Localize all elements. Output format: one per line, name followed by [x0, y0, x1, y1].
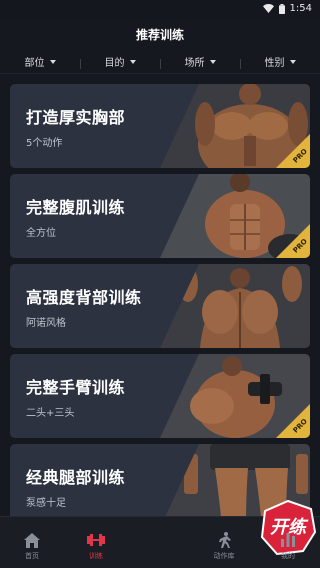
card-subtitle: 阿诺风格 [26, 318, 66, 329]
stats-icon [281, 532, 295, 548]
home-icon [24, 532, 40, 548]
tab-center[interactable]: 开练 [128, 499, 317, 568]
abs-workout-photo [160, 174, 310, 258]
status-bar: 1:54 [0, 0, 320, 18]
workout-card-abs[interactable]: 完整腹肌训练 全方位 PRO [10, 174, 310, 258]
caret-down-icon [209, 59, 216, 64]
bottom-tab-bar: 首页 训练 开练 动作库 我的 [0, 499, 320, 568]
card-title: 打造厚实胸部 [26, 108, 126, 127]
tab-label: 训练 [89, 552, 103, 560]
filter-goal[interactable]: 目的 [80, 54, 160, 69]
card-subtitle: 二头+三头 [26, 408, 75, 419]
page-title: 推荐训练 [0, 18, 320, 50]
tab-label: 首页 [25, 552, 39, 560]
tab-me[interactable]: 我的 [256, 517, 320, 568]
arms-workout-photo [160, 354, 310, 438]
filter-label: 性别 [264, 58, 285, 69]
tab-training[interactable]: 训练 [64, 517, 128, 568]
status-time: 1:54 [289, 3, 312, 14]
card-subtitle: 泵感十足 [26, 498, 66, 509]
caret-down-icon [289, 59, 296, 64]
filter-gender[interactable]: 性别 [240, 54, 320, 69]
caret-down-icon [129, 59, 136, 64]
filter-label: 部位 [24, 58, 45, 69]
card-subtitle: 5个动作 [26, 138, 63, 149]
filter-location[interactable]: 场所 [160, 54, 240, 69]
workout-card-back[interactable]: 高强度背部训练 阿诺风格 [10, 264, 310, 348]
card-subtitle: 全方位 [26, 228, 56, 239]
caret-down-icon [49, 59, 56, 64]
card-title: 高强度背部训练 [26, 288, 142, 307]
filter-label: 目的 [104, 58, 125, 69]
workout-card-arms[interactable]: 完整手臂训练 二头+三头 PRO [10, 354, 310, 438]
filter-body-part[interactable]: 部位 [0, 54, 80, 69]
chest-workout-photo [160, 84, 310, 168]
runner-icon [217, 532, 231, 548]
tab-label: 动作库 [213, 552, 235, 560]
workout-card-chest[interactable]: 打造厚实胸部 5个动作 PRO [10, 84, 310, 168]
battery-icon [278, 3, 285, 14]
tab-home[interactable]: 首页 [0, 517, 64, 568]
tab-label: 我的 [281, 552, 295, 560]
filter-bar: 部位 目的 场所 性别 [0, 50, 320, 74]
card-title: 经典腿部训练 [26, 468, 126, 487]
dumbbell-icon [87, 532, 105, 548]
card-title: 完整腹肌训练 [26, 198, 126, 217]
wifi-icon [262, 4, 274, 13]
tab-exercise-library[interactable]: 动作库 [192, 517, 256, 568]
filter-label: 场所 [184, 58, 205, 69]
back-workout-photo [160, 264, 310, 348]
card-title: 完整手臂训练 [26, 378, 126, 397]
